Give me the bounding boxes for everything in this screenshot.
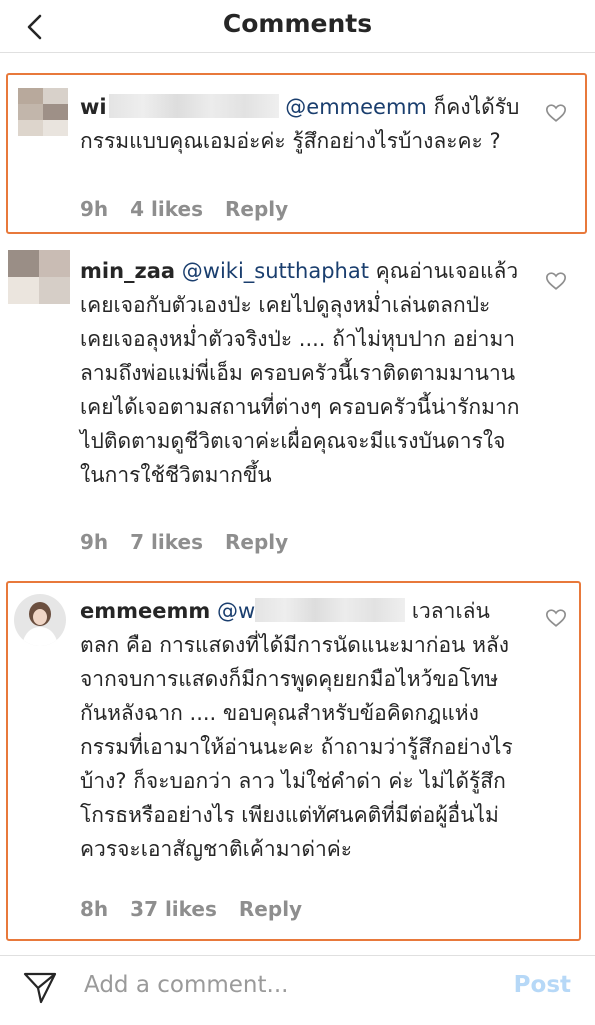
reply-button[interactable]: Reply [225, 197, 288, 221]
like-heart-icon[interactable] [545, 102, 567, 124]
like-heart-icon[interactable] [545, 607, 567, 629]
comment-text: wi @emmeemm ก็คงได้รับกรรมแบบคุณเอมอ่ะค่… [80, 90, 520, 158]
comment-meta: 9h 7 likes Reply [80, 530, 310, 554]
like-heart-icon[interactable] [545, 270, 567, 292]
comment-time: 9h [80, 197, 109, 221]
comment-meta: 9h 4 likes Reply [80, 197, 310, 221]
send-icon[interactable] [22, 970, 58, 1006]
comment-time: 8h [80, 897, 109, 921]
comment-username[interactable]: wi [80, 95, 107, 119]
comment-mention[interactable]: @emmeemm [285, 95, 427, 119]
comment-mention[interactable]: @w [217, 599, 255, 623]
comment-text: emmeemm @w เวลาเล่นตลก คือ การแสดงที่ได้… [80, 594, 515, 866]
reply-button[interactable]: Reply [225, 530, 288, 554]
redacted-username [108, 94, 279, 118]
comment-time: 9h [80, 530, 109, 554]
page-title: Comments [222, 9, 373, 38]
comment-likes[interactable]: 7 likes [130, 530, 203, 554]
comment-input[interactable]: Add a comment... [84, 972, 288, 998]
reply-button[interactable]: Reply [239, 897, 302, 921]
comment-body: เวลาเล่นตลก คือ การแสดงที่ได้มีการนัดแนะ… [80, 599, 513, 861]
comment-meta: 8h 37 likes Reply [80, 897, 324, 921]
avatar[interactable] [18, 88, 68, 136]
avatar[interactable] [14, 594, 66, 646]
comment-text: min_zaa @wiki_sutthaphat คุณอ่านเจอแล้วเ… [80, 254, 525, 492]
comment-mention[interactable]: @wiki_sutthaphat [182, 259, 369, 283]
redacted-username [255, 598, 406, 622]
post-button[interactable]: Post [514, 972, 571, 998]
comment-username[interactable]: min_zaa [80, 259, 175, 283]
comment-likes[interactable]: 37 likes [130, 897, 217, 921]
header-bar: Comments [0, 0, 595, 53]
comment-composer: Add a comment... Post [0, 955, 595, 1025]
comment-likes[interactable]: 4 likes [130, 197, 203, 221]
comment-username[interactable]: emmeemm [80, 599, 210, 623]
avatar[interactable] [8, 250, 70, 304]
comment-body: คุณอ่านเจอแล้วเคยเจอกับตัวเองป่ะ เคยไปดู… [80, 259, 520, 487]
